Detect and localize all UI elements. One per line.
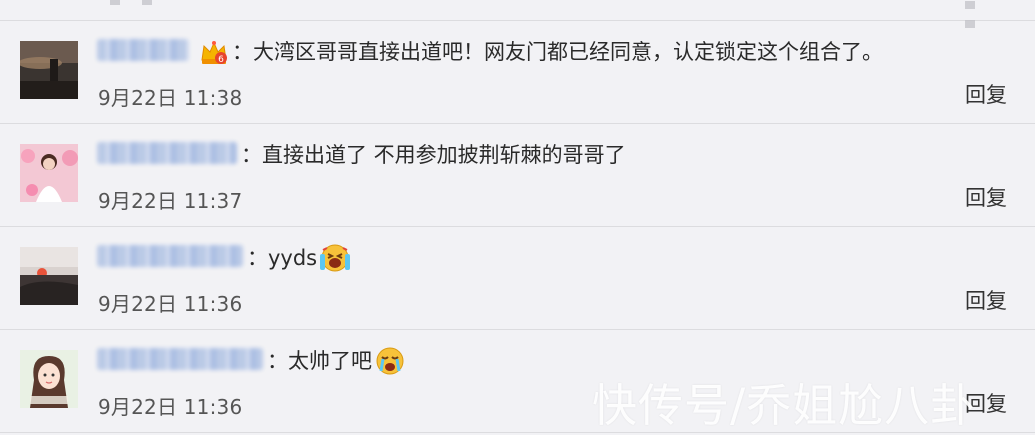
comment-text: ：直接出道了 不用参加披荆斩棘的哥哥了 xyxy=(241,143,626,167)
blurred-username[interactable] xyxy=(97,142,237,164)
svg-text:6: 6 xyxy=(218,55,224,65)
comment-timestamp: 9月22日 11:37 xyxy=(98,189,243,213)
comment-timestamp: 9月22日 11:38 xyxy=(98,86,243,110)
laugh-cry-emoji-icon xyxy=(319,242,351,274)
reply-button[interactable]: 回复 xyxy=(965,79,1007,109)
cropped-text xyxy=(110,0,190,5)
reply-button[interactable]: 回复 xyxy=(965,182,1007,212)
blurred-username[interactable] xyxy=(97,39,189,61)
comment-line: ：直接出道了 不用参加披荆斩棘的哥哥了 xyxy=(241,139,626,171)
vip-crown-badge-icon: 6 xyxy=(198,36,230,68)
comment-line: 6 ：大湾区哥哥直接出道吧！网友门都已经同意，认定锁定这个组合了。 xyxy=(196,36,883,68)
avatar[interactable] xyxy=(20,144,78,202)
avatar[interactable] xyxy=(20,247,78,305)
comment-line: ：太帅了吧 xyxy=(267,345,408,377)
comment-item: ：yyds 9月22日 11:36 回复 xyxy=(0,227,1035,330)
comment-item: 6 ：大湾区哥哥直接出道吧！网友门都已经同意，认定锁定这个组合了。 9月22日 … xyxy=(0,21,1035,124)
comment-item: ：直接出道了 不用参加披荆斩棘的哥哥了 9月22日 11:37 回复 xyxy=(0,124,1035,227)
comment-line: ：yyds xyxy=(247,242,353,274)
comment-timestamp: 9月22日 11:36 xyxy=(98,395,243,419)
cropped-reply xyxy=(965,0,1005,28)
comment-text: ：yyds xyxy=(247,246,318,270)
avatar[interactable] xyxy=(20,350,78,408)
previous-comment-remnant xyxy=(0,0,1035,28)
comment-text: ：大湾区哥哥直接出道吧！网友门都已经同意，认定锁定这个组合了。 xyxy=(232,40,883,64)
blurred-username[interactable] xyxy=(97,245,243,267)
comment-timestamp: 9月22日 11:36 xyxy=(98,292,243,316)
crying-emoji-icon xyxy=(374,345,406,377)
reply-button[interactable]: 回复 xyxy=(965,285,1007,315)
blurred-username[interactable] xyxy=(97,348,263,370)
avatar[interactable] xyxy=(20,41,78,99)
watermark: 快传号/乔姐尬八卦 xyxy=(592,379,977,432)
comment-text: ：太帅了吧 xyxy=(267,349,372,373)
